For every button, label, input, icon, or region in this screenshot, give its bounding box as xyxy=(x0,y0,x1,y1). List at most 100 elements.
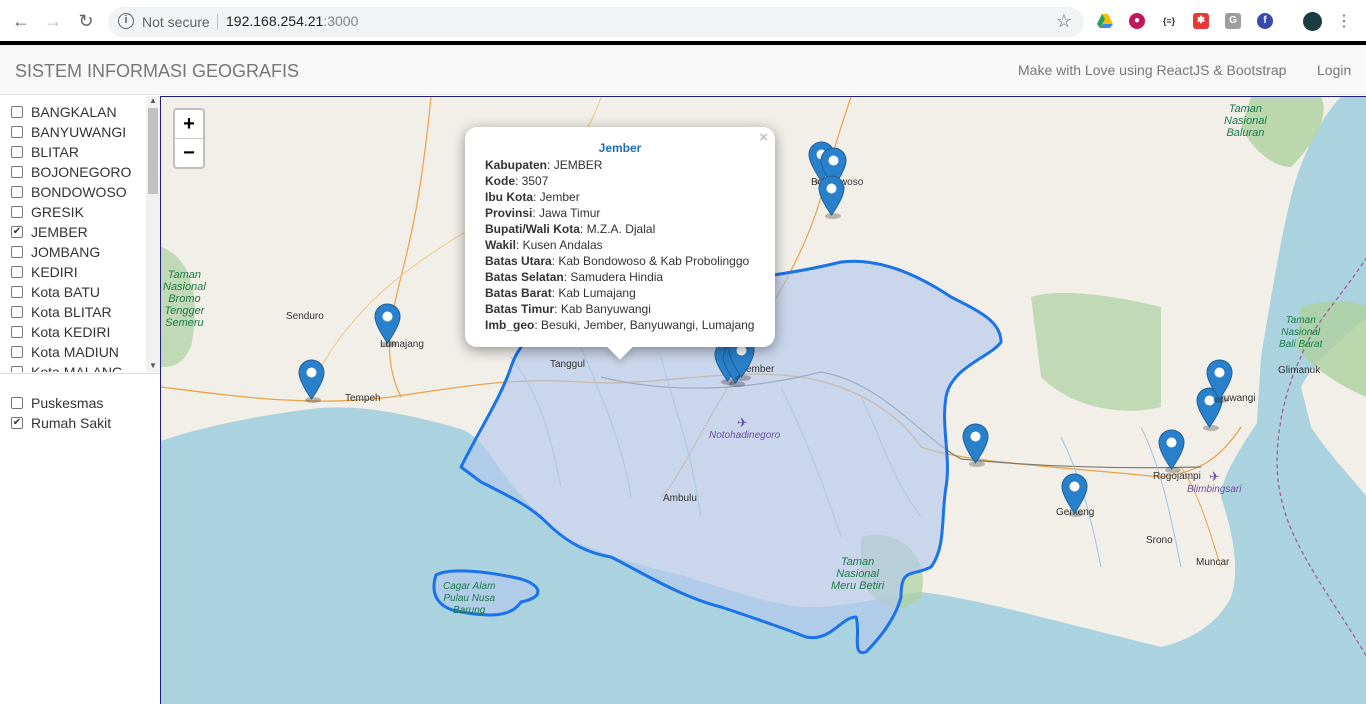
airport-icon: ✈ xyxy=(1209,469,1220,484)
airport-icon: ✈ xyxy=(737,415,748,430)
profile-avatar[interactable] xyxy=(1303,12,1322,31)
checkbox-label: Kota MADIUN xyxy=(31,344,119,360)
zoom-out-button[interactable]: − xyxy=(175,139,203,168)
region-checkbox-item[interactable]: Kota BLITAR xyxy=(11,302,112,322)
hospital-marker-icon[interactable] xyxy=(1061,473,1088,517)
popup-row-key: Batas Barat xyxy=(485,286,552,300)
checkbox[interactable] xyxy=(11,346,23,358)
reload-icon[interactable]: ↻ xyxy=(73,8,99,34)
place-label: Glimanuk xyxy=(1278,365,1321,376)
checkbox[interactable] xyxy=(11,186,23,198)
url-host: 192.168.254.21 xyxy=(226,13,324,29)
checkbox[interactable] xyxy=(11,286,23,298)
zoom-control: + − xyxy=(173,108,205,169)
info-icon[interactable]: i xyxy=(118,13,134,29)
checkbox[interactable]: ✔ xyxy=(11,417,23,429)
popup-row-key: Bupati/Wali Kota xyxy=(485,222,580,236)
checkbox-label: Kota BATU xyxy=(31,284,100,300)
popup-row-value: Jawa Timur xyxy=(539,206,601,220)
json-extension-icon[interactable]: {≡} xyxy=(1161,13,1177,29)
checkbox[interactable] xyxy=(11,246,23,258)
hospital-marker-icon[interactable] xyxy=(1206,359,1233,403)
checkbox[interactable] xyxy=(11,106,23,118)
checkbox[interactable] xyxy=(11,306,23,318)
hospital-marker-icon[interactable] xyxy=(374,303,401,347)
popup-row-key: Provinsi xyxy=(485,206,533,220)
address-bar[interactable]: i Not secure 192.168.254.21:3000 ☆ xyxy=(108,7,1084,37)
airport-label: Blimbingsari xyxy=(1187,484,1242,495)
checkbox[interactable] xyxy=(11,126,23,138)
login-link[interactable]: Login xyxy=(1317,62,1351,78)
popup-row-value: Kab Banyuwangi xyxy=(560,302,651,316)
region-checkbox-item[interactable]: GRESIK xyxy=(11,202,84,222)
region-checkbox-item[interactable]: Kota MALANG xyxy=(11,362,123,372)
park-label-line: Taman xyxy=(1228,103,1263,115)
popup-row-value: Jember xyxy=(539,190,580,204)
hospital-marker-icon[interactable] xyxy=(962,423,989,467)
popup-row-key: Batas Selatan xyxy=(485,270,564,284)
f-extension-icon[interactable]: f xyxy=(1257,13,1273,29)
park-label-line: Bali Barat xyxy=(1279,339,1323,350)
hospital-marker-icon[interactable] xyxy=(818,175,845,219)
sidebar-divider xyxy=(0,373,160,374)
park-label-line: Nasional xyxy=(1281,327,1321,338)
region-checkbox-item[interactable]: BONDOWOSO xyxy=(11,182,127,202)
popup-rows: Kabupaten: JEMBER Kode: 3507 Ibu Kota: Jem… xyxy=(485,157,754,333)
checkbox[interactable] xyxy=(11,397,23,409)
back-icon[interactable]: ← xyxy=(8,8,34,34)
place-label: Srono xyxy=(1146,535,1173,546)
hospital-marker-icon[interactable] xyxy=(1158,429,1185,473)
bookmark-star-icon[interactable]: ☆ xyxy=(1056,11,1072,32)
region-checkbox-item[interactable]: JOMBANG xyxy=(11,242,100,262)
puzzle-extension-icon[interactable]: ✱ xyxy=(1193,13,1209,29)
g-extension-icon[interactable]: G xyxy=(1225,13,1241,29)
forward-icon[interactable]: → xyxy=(40,8,66,34)
region-checkbox-item[interactable]: BOJONEGORO xyxy=(11,162,131,182)
region-list-scrollbar[interactable]: ▲ ▼ xyxy=(146,96,160,372)
app-navbar: SISTEM INFORMASI GEOGRAFIS Make with Lov… xyxy=(0,45,1366,95)
facility-checkbox-item[interactable]: ✔ Rumah Sakit xyxy=(11,413,111,433)
popup-row-key: Batas Utara xyxy=(485,254,552,268)
place-label: Ambulu xyxy=(663,493,697,504)
menu-dots-icon[interactable]: ⋮ xyxy=(1331,8,1357,34)
park-label-bali-barat: Taman Nasional Bali Barat xyxy=(1279,315,1322,351)
checkbox-label: Puskesmas xyxy=(31,395,104,411)
region-checkbox-item[interactable]: BLITAR xyxy=(11,142,79,162)
facility-checkbox-item[interactable]: Puskesmas xyxy=(11,393,103,413)
region-checkbox-item[interactable]: ✔ JEMBER xyxy=(11,222,88,242)
checkbox[interactable] xyxy=(11,366,23,372)
popup-row-key: Wakil xyxy=(485,238,516,252)
brand-title[interactable]: SISTEM INFORMASI GEOGRAFIS xyxy=(15,61,299,82)
scrollbar-thumb[interactable] xyxy=(148,108,158,194)
checkbox[interactable]: ✔ xyxy=(11,226,23,238)
scroll-up-icon[interactable]: ▲ xyxy=(149,96,157,105)
made-with-link[interactable]: Make with Love using ReactJS & Bootstrap xyxy=(1018,62,1286,78)
checkbox[interactable] xyxy=(11,166,23,178)
checkbox[interactable] xyxy=(11,326,23,338)
checkbox-label: Kota MALANG xyxy=(31,364,123,372)
checkbox[interactable] xyxy=(11,146,23,158)
region-checkbox-item[interactable]: Kota MADIUN xyxy=(11,342,119,362)
region-checkbox-item[interactable]: BANYUWANGI xyxy=(11,122,126,142)
region-checkbox-item[interactable]: Kota KEDIRI xyxy=(11,322,110,342)
popup-row-key: Kode xyxy=(485,174,515,188)
park-label-line: Meru Betiri xyxy=(831,580,885,592)
hospital-marker-icon[interactable] xyxy=(298,359,325,403)
region-checkbox-list[interactable]: BANGKALAN BANYUWANGI BLITAR BOJONEGORO BONDO… xyxy=(0,96,146,372)
checkbox[interactable] xyxy=(11,266,23,278)
region-checkbox-item[interactable]: KEDIRI xyxy=(11,262,78,282)
popup-row-key: Ibu Kota xyxy=(485,190,533,204)
region-checkbox-item[interactable]: BANGKALAN xyxy=(11,102,117,122)
park-label-line: Tengger xyxy=(164,305,205,317)
popup-row-value: Samudera Hindia xyxy=(570,270,664,284)
address-divider xyxy=(217,14,218,30)
region-checkbox-item[interactable]: Kota BATU xyxy=(11,282,100,302)
checkbox[interactable] xyxy=(11,206,23,218)
scroll-down-icon[interactable]: ▼ xyxy=(149,361,157,370)
checkbox-label: KEDIRI xyxy=(31,264,78,280)
extension-icon[interactable]: ● xyxy=(1129,13,1145,29)
zoom-in-button[interactable]: + xyxy=(175,110,203,139)
popup-row-value: Besuki, Jember, Banyuwangi, Lumajang xyxy=(541,318,755,332)
map-view[interactable]: Senduro Lumajang Tempeh Tanggul Jember A… xyxy=(160,96,1366,704)
drive-extension-icon[interactable] xyxy=(1097,13,1113,29)
